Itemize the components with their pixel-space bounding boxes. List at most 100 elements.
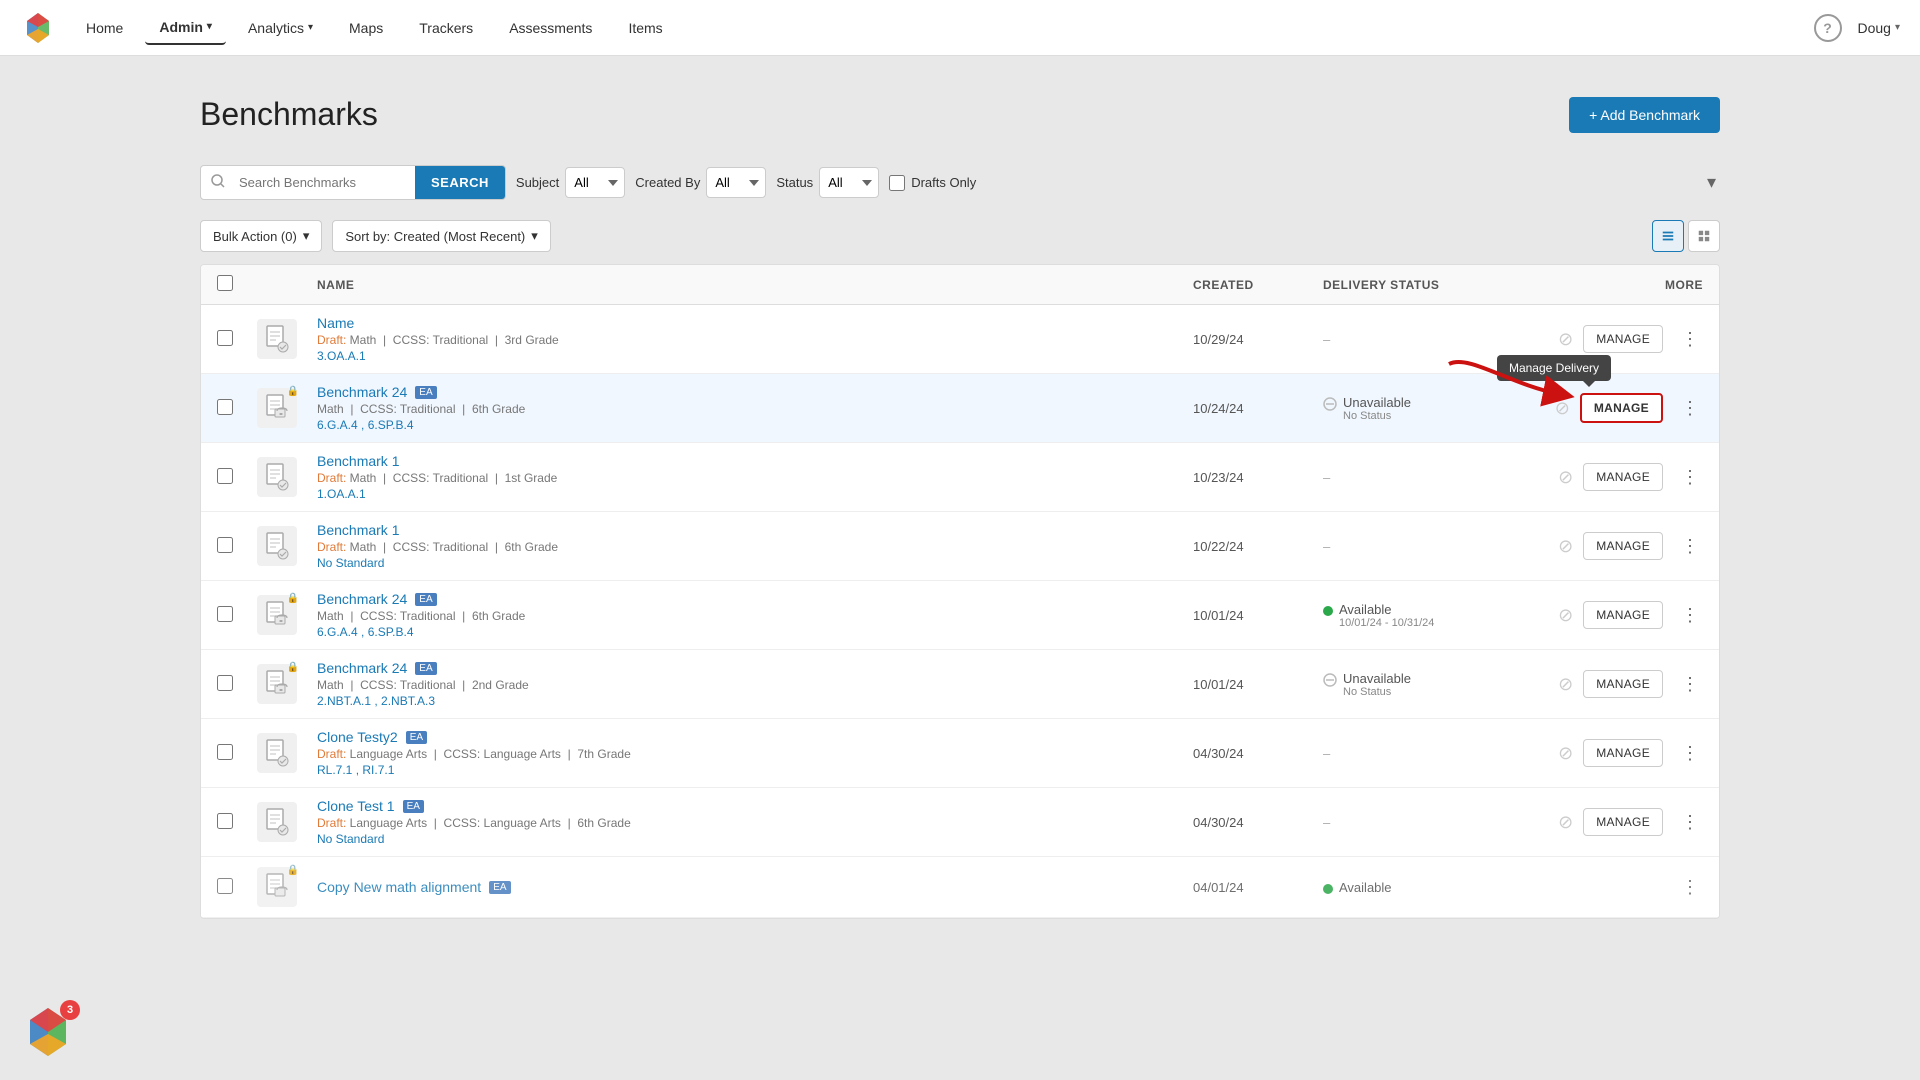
benchmark-name-link[interactable]: Clone Testy2 EA <box>317 729 1193 745</box>
row-manage-col: ⊘ MANAGE <box>1543 325 1663 353</box>
row-created: 04/01/24 <box>1193 880 1323 895</box>
benchmark-name-link[interactable]: Benchmark 24 EA <box>317 591 1193 607</box>
nav-analytics[interactable]: Analytics ▾ <box>234 12 327 44</box>
row-meta: Math | CCSS: Traditional | 2nd Grade 2.N… <box>317 678 1193 708</box>
row-checkbox-cell <box>217 813 257 832</box>
bulk-action-button[interactable]: Bulk Action (0) ▾ <box>200 220 322 252</box>
unavailable-icon <box>1323 397 1337 411</box>
col-delivery: DELIVERY STATUS <box>1323 278 1543 292</box>
nav-trackers[interactable]: Trackers <box>405 12 487 44</box>
row-select-checkbox[interactable] <box>217 606 233 622</box>
row-created: 10/01/24 <box>1193 677 1323 692</box>
manage-button[interactable]: MANAGE <box>1583 601 1663 629</box>
sort-button[interactable]: Sort by: Created (Most Recent) ▾ <box>332 220 550 252</box>
benchmark-name-link[interactable]: Clone Test 1 EA <box>317 798 1193 814</box>
add-benchmark-button[interactable]: + Add Benchmark <box>1569 97 1720 133</box>
row-delivery: – <box>1323 539 1543 554</box>
unavailable-icon <box>1323 673 1337 687</box>
table-row: Benchmark 24 EA Math | CCSS: Traditional… <box>201 374 1719 443</box>
ea-badge: EA <box>415 593 436 606</box>
row-created: 10/01/24 <box>1193 608 1323 623</box>
row-meta: Draft: Language Arts | CCSS: Language Ar… <box>317 747 1193 777</box>
select-all-checkbox[interactable] <box>217 275 233 291</box>
row-select-checkbox[interactable] <box>217 399 233 415</box>
admin-chevron-icon: ▾ <box>207 21 212 32</box>
row-more-col: ⋮ <box>1663 533 1703 559</box>
row-select-checkbox[interactable] <box>217 468 233 484</box>
nav-items[interactable]: Items <box>614 12 676 44</box>
row-icon-locked <box>257 595 297 635</box>
row-select-checkbox[interactable] <box>217 878 233 894</box>
row-checkbox-cell <box>217 399 257 418</box>
benchmark-name-link[interactable]: Copy New math alignment EA <box>317 879 1193 895</box>
navbar: Home Admin ▾ Analytics ▾ Maps Trackers A… <box>0 0 1920 56</box>
user-menu[interactable]: Doug ▾ <box>1858 20 1901 36</box>
row-select-checkbox[interactable] <box>217 744 233 760</box>
row-name-col: Benchmark 1 Draft: Math | CCSS: Traditio… <box>317 453 1193 501</box>
row-checkbox-cell <box>217 330 257 349</box>
delivery-icon: ⊘ <box>1558 605 1573 626</box>
row-select-checkbox[interactable] <box>217 675 233 691</box>
available-dot <box>1323 884 1333 894</box>
benchmark-name-link[interactable]: Benchmark 1 <box>317 522 1193 538</box>
nav-assessments[interactable]: Assessments <box>495 12 606 44</box>
nav-maps[interactable]: Maps <box>335 12 397 44</box>
more-options-button[interactable]: ⋮ <box>1677 464 1703 490</box>
help-button[interactable]: ? <box>1814 14 1842 42</box>
more-options-button[interactable]: ⋮ <box>1677 740 1703 766</box>
row-icon-draft <box>257 802 297 842</box>
manage-button[interactable]: MANAGE <box>1583 325 1663 353</box>
benchmark-name-link[interactable]: Name <box>317 315 1193 331</box>
nav-admin[interactable]: Admin ▾ <box>145 11 226 45</box>
drafts-checkbox[interactable] <box>889 175 905 191</box>
row-select-checkbox[interactable] <box>217 537 233 553</box>
status-select[interactable]: All <box>819 167 879 198</box>
logo-icon <box>21 11 55 45</box>
row-name-col: Name Draft: Math | CCSS: Traditional | 3… <box>317 315 1193 363</box>
row-meta: Draft: Language Arts | CCSS: Language Ar… <box>317 816 1193 846</box>
benchmark-name-link[interactable]: Benchmark 24 EA <box>317 660 1193 676</box>
row-created: 10/24/24 <box>1193 401 1323 416</box>
manage-button[interactable]: MANAGE <box>1583 808 1663 836</box>
row-select-checkbox[interactable] <box>217 330 233 346</box>
nav-logo[interactable] <box>20 10 56 46</box>
search-input[interactable] <box>235 167 415 198</box>
benchmark-name-link[interactable]: Benchmark 1 <box>317 453 1193 469</box>
manage-button[interactable]: MANAGE <box>1583 532 1663 560</box>
row-manage-col: ⊘ MANAGE <box>1543 808 1663 836</box>
row-meta: Math | CCSS: Traditional | 6th Grade 6.G… <box>317 402 1193 432</box>
delivery-icon: ⊘ <box>1558 674 1573 695</box>
more-options-button[interactable]: ⋮ <box>1677 874 1703 900</box>
row-select-checkbox[interactable] <box>217 813 233 829</box>
row-delivery: – <box>1323 332 1543 347</box>
manage-button[interactable]: MANAGE <box>1583 739 1663 767</box>
more-options-button[interactable]: ⋮ <box>1677 602 1703 628</box>
table-row: Copy New math alignment EA 04/01/24 Avai… <box>201 857 1719 918</box>
bottom-app-icon[interactable]: 3 <box>20 1004 76 1060</box>
more-options-button[interactable]: ⋮ <box>1677 809 1703 835</box>
drafts-filter[interactable]: Drafts Only <box>889 175 976 191</box>
more-options-button[interactable]: ⋮ <box>1677 395 1703 421</box>
manage-button[interactable]: MANAGE <box>1583 670 1663 698</box>
ea-badge: EA <box>415 386 436 399</box>
more-options-button[interactable]: ⋮ <box>1677 533 1703 559</box>
created-by-select[interactable]: All <box>706 167 766 198</box>
row-name-col: Benchmark 24 EA Math | CCSS: Traditional… <box>317 384 1193 432</box>
table-row: Benchmark 24 EA Math | CCSS: Traditional… <box>201 581 1719 650</box>
list-view-button[interactable] <box>1652 220 1684 252</box>
filters-row: SEARCH Subject All Created By All Status… <box>200 165 1720 200</box>
row-created: 10/23/24 <box>1193 470 1323 485</box>
benchmark-name-link[interactable]: Benchmark 24 EA <box>317 384 1193 400</box>
expand-filters-button[interactable]: ▾ <box>1703 168 1720 197</box>
user-chevron-icon: ▾ <box>1895 22 1900 33</box>
search-button[interactable]: SEARCH <box>415 166 505 199</box>
more-options-button[interactable]: ⋮ <box>1677 326 1703 352</box>
manage-button[interactable]: MANAGE <box>1580 393 1663 423</box>
manage-button[interactable]: MANAGE <box>1583 463 1663 491</box>
nav-home[interactable]: Home <box>72 12 137 44</box>
grid-view-button[interactable] <box>1688 220 1720 252</box>
subject-select[interactable]: All <box>565 167 625 198</box>
row-checkbox-cell <box>217 537 257 556</box>
view-toggle <box>1652 220 1720 252</box>
more-options-button[interactable]: ⋮ <box>1677 671 1703 697</box>
